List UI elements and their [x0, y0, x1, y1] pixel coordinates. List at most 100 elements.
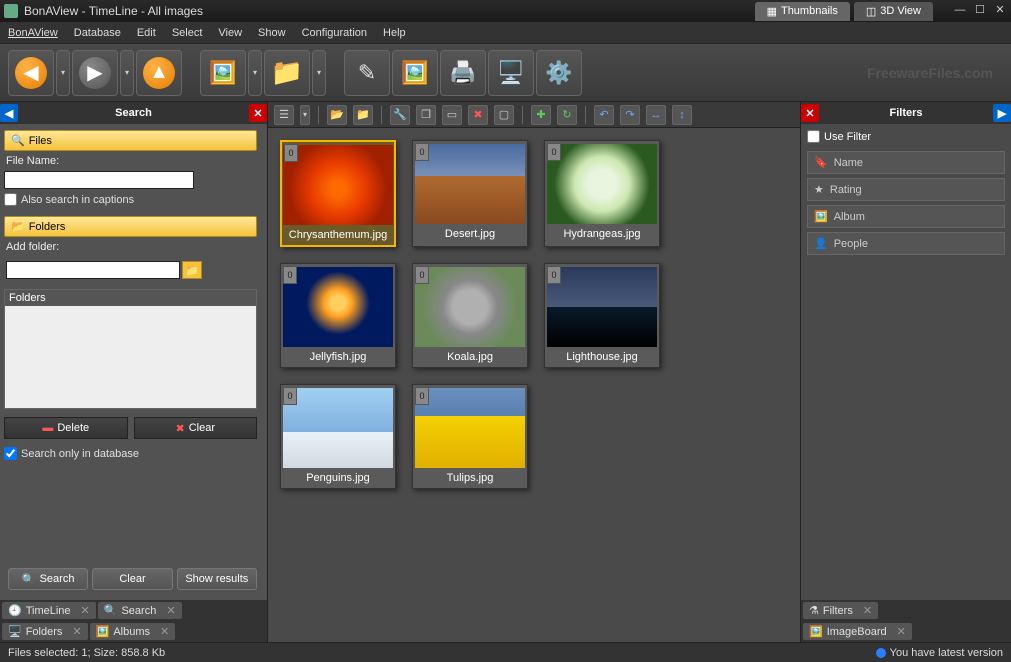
tab-filters-close[interactable]: ✕	[863, 604, 872, 617]
show-results-button[interactable]: Show results	[177, 568, 257, 590]
tool-1-button[interactable]: 🔧	[390, 105, 410, 125]
menu-view[interactable]: View	[218, 27, 242, 39]
redo-button[interactable]: ↷	[620, 105, 640, 125]
move-v-button[interactable]: ↕	[672, 105, 692, 125]
thumbnail-item[interactable]: 0Tulips.jpg	[412, 384, 528, 489]
menu-edit[interactable]: Edit	[137, 27, 156, 39]
import-button[interactable]: 🖼️	[200, 50, 246, 96]
delete-thumb-button[interactable]: ✖	[468, 105, 488, 125]
add-folder-label: Add folder:	[4, 237, 257, 257]
tag-refresh-button[interactable]: ↻	[557, 105, 577, 125]
filter-people[interactable]: 👤People	[807, 232, 1005, 255]
thumb-caption: Chrysanthemum.jpg	[282, 225, 394, 245]
filter-rating[interactable]: ★Rating	[807, 178, 1005, 201]
undo-button[interactable]: ↶	[594, 105, 614, 125]
menu-select[interactable]: Select	[172, 27, 203, 39]
new-button[interactable]: ▢	[494, 105, 514, 125]
thumbnail-item[interactable]: 0Desert.jpg	[412, 140, 528, 247]
folder-button[interactable]: 📁	[264, 50, 310, 96]
nav-back-dropdown[interactable]: ▾	[56, 50, 70, 96]
panel-close-left[interactable]: ✕	[249, 104, 267, 122]
tab-search-close[interactable]: ✕	[166, 604, 175, 617]
menu-show[interactable]: Show	[258, 27, 286, 39]
thumb-badge: 0	[283, 266, 297, 284]
copy-button[interactable]: ❐	[416, 105, 436, 125]
open-alt-button[interactable]: 📁	[353, 105, 373, 125]
menu-configuration[interactable]: Configuration	[302, 27, 367, 39]
folder-icon: 📁	[271, 57, 303, 88]
thumb-image	[415, 388, 525, 468]
tab-timeline-close[interactable]: ✕	[81, 604, 90, 617]
thumbnail-grid[interactable]: 0Chrysanthemum.jpg0Desert.jpg0Hydrangeas…	[268, 128, 800, 642]
tab-thumbnails[interactable]: ▦ Thumbnails	[755, 2, 850, 21]
thumb-badge: 0	[415, 143, 429, 161]
slideshow-button[interactable]: 🖥️	[488, 50, 534, 96]
minimize-button[interactable]: —	[953, 4, 967, 18]
tab-imageboard-close[interactable]: ✕	[897, 625, 906, 638]
panel-collapse-left[interactable]: ◀	[0, 104, 18, 122]
browse-folder-button[interactable]: 📁	[182, 261, 202, 279]
view-mode-dropdown[interactable]: ▾	[300, 105, 310, 125]
thumbnail-item[interactable]: 0Hydrangeas.jpg	[544, 140, 660, 247]
filter-name[interactable]: 🔖Name	[807, 151, 1005, 174]
nav-up-button[interactable]: ▲	[136, 50, 182, 96]
thumbnail-item[interactable]: 0Lighthouse.jpg	[544, 263, 660, 368]
panel-collapse-right[interactable]: ▶	[993, 104, 1011, 122]
tab-albums[interactable]: 🖼️Albums✕	[90, 623, 176, 640]
search-only-db-checkbox[interactable]	[4, 447, 17, 460]
edit-tool-button[interactable]: ✎	[344, 50, 390, 96]
thumbnail-item[interactable]: 0Jellyfish.jpg	[280, 263, 396, 368]
search-only-db-check[interactable]: Search only in database	[4, 447, 257, 460]
filter-name-icon: 🔖	[814, 156, 828, 169]
maximize-button[interactable]: ☐	[973, 4, 987, 18]
folder-dropdown[interactable]: ▾	[312, 50, 326, 96]
import-dropdown[interactable]: ▾	[248, 50, 262, 96]
file-name-input[interactable]	[4, 171, 194, 189]
nav-forward-button[interactable]: ▶	[72, 50, 118, 96]
panel-close-right[interactable]: ✕	[801, 104, 819, 122]
also-captions-checkbox[interactable]	[4, 193, 17, 206]
tab-imageboard[interactable]: 🖼️ImageBoard✕	[803, 623, 912, 640]
settings-button[interactable]: ⚙️	[536, 50, 582, 96]
menu-bonaview[interactable]: BonAView	[8, 27, 58, 39]
thumbnail-item[interactable]: 0Penguins.jpg	[280, 384, 396, 489]
paste-button[interactable]: ▭	[442, 105, 462, 125]
tag-add-button[interactable]: ✚	[531, 105, 551, 125]
folders-listbox[interactable]: Folders	[4, 289, 257, 409]
clear-folders-button[interactable]: ✖Clear	[134, 417, 258, 439]
print-icon: 🖨️	[449, 60, 476, 86]
image-tool-button[interactable]: 🖼️	[392, 50, 438, 96]
move-h-button[interactable]: ↔	[646, 105, 666, 125]
close-button[interactable]: ✕	[993, 4, 1007, 18]
search-button[interactable]: 🔍Search	[8, 568, 88, 590]
clear-search-button[interactable]: Clear	[92, 568, 172, 590]
tab-folders-close[interactable]: ✕	[72, 625, 81, 638]
app-icon	[4, 4, 18, 18]
open-button[interactable]: 📂	[327, 105, 347, 125]
add-folder-input[interactable]	[6, 261, 180, 279]
thumbnail-item[interactable]: 0Koala.jpg	[412, 263, 528, 368]
menu-help[interactable]: Help	[383, 27, 406, 39]
files-section-header[interactable]: 🔍 Files	[4, 130, 257, 151]
folders-section-header[interactable]: 📂 Folders	[4, 216, 257, 237]
tab-albums-close[interactable]: ✕	[160, 625, 169, 638]
print-button[interactable]: 🖨️	[440, 50, 486, 96]
use-filter-check[interactable]: Use Filter	[807, 130, 1005, 143]
filter-album[interactable]: 🖼️Album	[807, 205, 1005, 228]
watermark: FreewareFiles.com	[867, 65, 1003, 81]
tab-folders[interactable]: 🖥️Folders✕	[2, 623, 88, 640]
tab-filters[interactable]: ⚗Filters✕	[803, 602, 878, 619]
tab-search[interactable]: 🔍Search✕	[98, 602, 182, 619]
right-panel-tabs: ⚗Filters✕ 🖼️ImageBoard✕	[801, 600, 1011, 642]
nav-back-button[interactable]: ◀	[8, 50, 54, 96]
nav-forward-dropdown[interactable]: ▾	[120, 50, 134, 96]
delete-button[interactable]: ▬Delete	[4, 417, 128, 439]
also-captions-check[interactable]: Also search in captions	[4, 193, 257, 206]
use-filter-checkbox[interactable]	[807, 130, 820, 143]
thumb-image	[415, 144, 525, 224]
menu-database[interactable]: Database	[74, 27, 121, 39]
thumbnail-item[interactable]: 0Chrysanthemum.jpg	[280, 140, 396, 247]
tab-timeline[interactable]: 🕘TimeLine✕	[2, 602, 96, 619]
tab-3d-view[interactable]: ◫ 3D View	[854, 2, 933, 21]
view-mode-button[interactable]: ☰	[274, 105, 294, 125]
